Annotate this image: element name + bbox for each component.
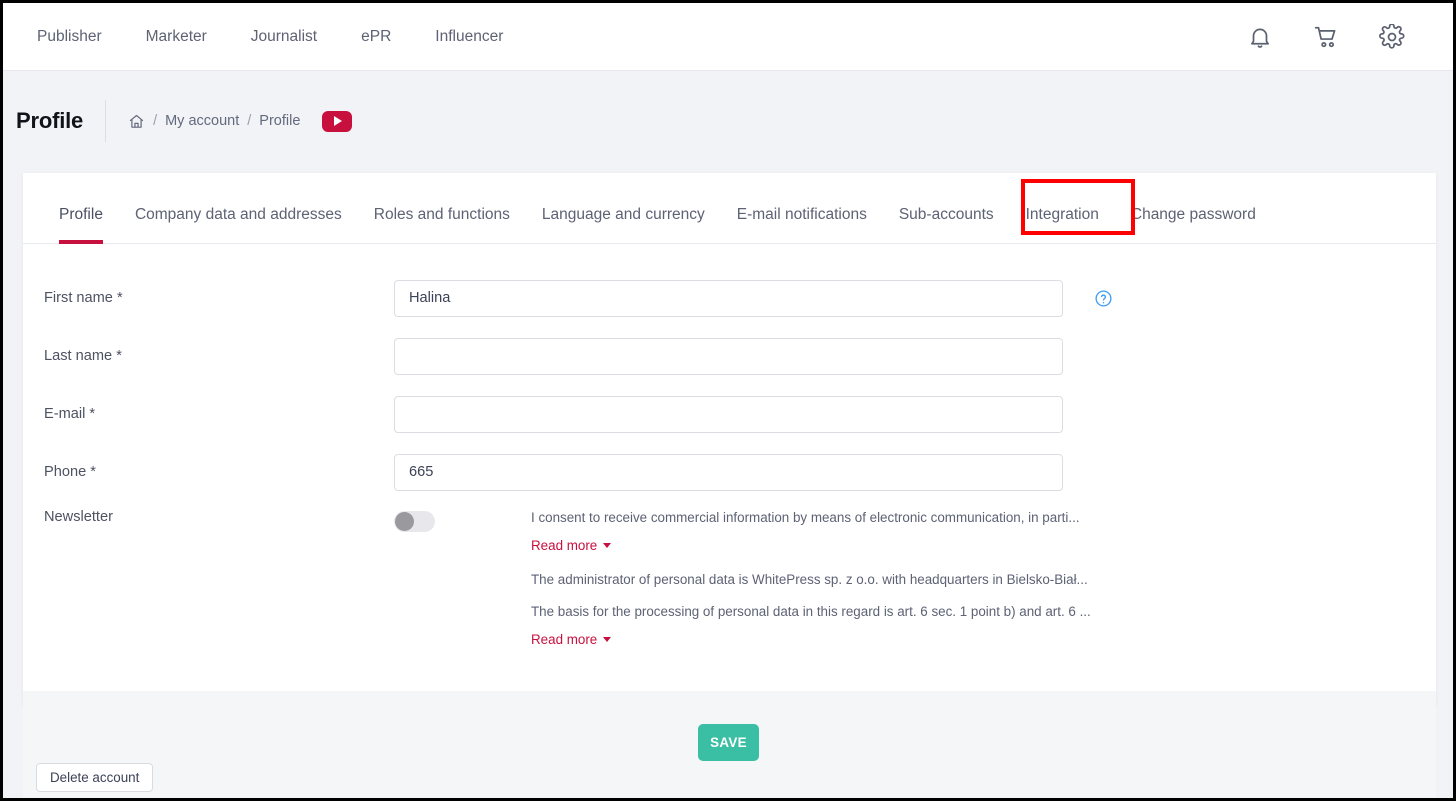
field-row-first-name: First name *: [23, 275, 1436, 321]
profile-tabs: Profile Company data and addresses Roles…: [23, 173, 1436, 244]
breadcrumb-separator-2: /: [247, 113, 251, 129]
consent-text-2: The administrator of personal data is Wh…: [531, 571, 1091, 589]
label-newsletter: Newsletter: [44, 509, 394, 525]
field-row-last-name: Last name *: [23, 333, 1436, 379]
tab-roles-and-functions[interactable]: Roles and functions: [358, 207, 526, 244]
play-triangle-icon: [334, 116, 342, 126]
read-more-link-1[interactable]: Read more: [531, 538, 611, 553]
toggle-knob: [395, 512, 414, 531]
read-more-link-2[interactable]: Read more: [531, 632, 611, 647]
tab-company-data-and-addresses[interactable]: Company data and addresses: [119, 207, 358, 244]
breadcrumb-item-my-account[interactable]: My account: [165, 113, 239, 129]
field-row-newsletter: Newsletter I consent to receive commerci…: [23, 509, 1436, 665]
chevron-down-icon-2: [603, 637, 611, 642]
home-icon[interactable]: [128, 113, 145, 130]
newsletter-consent-block: I consent to receive commercial informat…: [531, 509, 1091, 665]
top-nav-links: Publisher Marketer Journalist ePR Influe…: [29, 20, 1247, 54]
youtube-play-button[interactable]: [322, 111, 352, 132]
consent-text-1: I consent to receive commercial informat…: [531, 509, 1091, 527]
breadcrumb: / My account / Profile: [128, 111, 352, 132]
tab-email-notifications[interactable]: E-mail notifications: [721, 207, 883, 244]
read-more-label-2: Read more: [531, 632, 597, 647]
topnav-item-influencer[interactable]: Influencer: [413, 20, 525, 54]
help-question-icon[interactable]: [1094, 289, 1113, 308]
save-button[interactable]: SAVE: [698, 724, 759, 761]
field-row-email: E-mail *: [23, 391, 1436, 437]
delete-account-button[interactable]: Delete account: [36, 763, 153, 792]
last-name-input[interactable]: [394, 338, 1063, 375]
topnav-item-epr[interactable]: ePR: [339, 20, 413, 54]
profile-form: First name * Last name * E-mail * Phone …: [23, 244, 1436, 705]
label-phone: Phone *: [44, 464, 394, 480]
notifications-bell-icon[interactable]: [1247, 24, 1273, 50]
read-more-label-1: Read more: [531, 538, 597, 553]
breadcrumb-item-profile[interactable]: Profile: [259, 113, 300, 129]
tab-change-password[interactable]: Change password: [1115, 207, 1272, 244]
profile-card: Profile Company data and addresses Roles…: [23, 173, 1436, 705]
tab-profile[interactable]: Profile: [43, 207, 119, 244]
page-title: Profile: [16, 108, 105, 134]
topnav-item-publisher[interactable]: Publisher: [29, 20, 124, 54]
tab-integration[interactable]: Integration: [1010, 207, 1115, 244]
tab-language-and-currency[interactable]: Language and currency: [526, 207, 721, 244]
topnav-item-marketer[interactable]: Marketer: [124, 20, 229, 54]
chevron-down-icon-1: [603, 543, 611, 548]
newsletter-toggle[interactable]: [394, 511, 435, 532]
settings-gear-icon[interactable]: [1379, 24, 1405, 50]
form-footer: SAVE Delete account: [23, 691, 1436, 798]
shopping-cart-icon[interactable]: [1313, 24, 1339, 50]
field-row-phone: Phone *: [23, 449, 1436, 495]
label-email: E-mail *: [44, 406, 394, 422]
top-nav-icons: [1247, 24, 1425, 50]
first-name-input[interactable]: [394, 280, 1063, 317]
consent-text-3: The basis for the processing of personal…: [531, 603, 1091, 621]
page-header: Profile / My account / Profile: [3, 71, 1453, 171]
browser-viewport: Publisher Marketer Journalist ePR Influe…: [0, 0, 1456, 801]
top-navigation-bar: Publisher Marketer Journalist ePR Influe…: [3, 3, 1453, 71]
phone-input[interactable]: [394, 454, 1063, 491]
topnav-item-journalist[interactable]: Journalist: [229, 20, 339, 54]
email-input[interactable]: [394, 396, 1063, 433]
header-divider: [105, 100, 106, 142]
breadcrumb-separator-1: /: [153, 113, 157, 129]
label-first-name: First name *: [44, 290, 394, 306]
label-last-name: Last name *: [44, 348, 394, 364]
tab-sub-accounts[interactable]: Sub-accounts: [883, 207, 1010, 244]
